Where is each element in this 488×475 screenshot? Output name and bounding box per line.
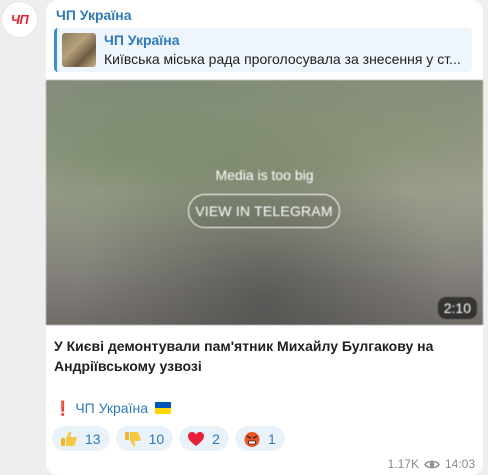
view-in-telegram-button[interactable]: VIEW IN TELEGRAM bbox=[188, 194, 340, 228]
reply-text: Київська міська рада проголосувала за зн… bbox=[104, 51, 461, 67]
channel-avatar[interactable]: ЧП bbox=[1, 1, 38, 38]
reaction-heart[interactable]: 2 bbox=[179, 426, 229, 451]
angry-face-icon bbox=[244, 431, 260, 447]
video-duration: 2:10 bbox=[437, 297, 477, 319]
message-meta: 1.17K 14:03 bbox=[388, 457, 475, 471]
signature: ❗ ЧП Україна bbox=[54, 400, 171, 417]
reply-preview[interactable]: ЧП Україна Київська міська рада проголос… bbox=[54, 28, 472, 72]
reaction-thumbs-down[interactable]: 10 bbox=[115, 426, 174, 451]
signature-link[interactable]: ЧП Україна bbox=[75, 400, 148, 416]
message-time: 14:03 bbox=[444, 457, 475, 471]
eye-icon bbox=[424, 460, 440, 468]
avatar-initials: ЧП bbox=[10, 12, 29, 27]
reaction-count: 13 bbox=[85, 430, 101, 447]
reaction-count: 10 bbox=[148, 430, 165, 447]
message-bubble: ЧП Україна ЧП Україна Київська міська ра… bbox=[46, 0, 483, 475]
reply-thumbnail bbox=[62, 33, 96, 67]
thumbs-up-icon bbox=[61, 431, 77, 446]
reply-title: ЧП Україна bbox=[104, 32, 180, 48]
media-too-big-message: Media is too big bbox=[215, 167, 314, 183]
channel-name[interactable]: ЧП Україна bbox=[56, 7, 132, 23]
reaction-count: 2 bbox=[212, 430, 220, 447]
video-preview[interactable]: Media is too big VIEW IN TELEGRAM 2:10 bbox=[46, 80, 483, 325]
reactions-bar: 13 10 2 1 bbox=[52, 426, 285, 451]
exclamation-icon: ❗ bbox=[54, 400, 72, 416]
reaction-angry[interactable]: 1 bbox=[234, 426, 285, 451]
thumbs-down-icon bbox=[124, 431, 141, 446]
reaction-count: 1 bbox=[267, 430, 276, 447]
view-count: 1.17K bbox=[387, 457, 419, 471]
reaction-thumbs-up[interactable]: 13 bbox=[52, 426, 110, 451]
post-text: У Києві демонтували пам'ятник Михайлу Бу… bbox=[54, 338, 434, 374]
ukraine-flag-icon bbox=[154, 402, 171, 414]
heart-icon bbox=[188, 431, 205, 446]
